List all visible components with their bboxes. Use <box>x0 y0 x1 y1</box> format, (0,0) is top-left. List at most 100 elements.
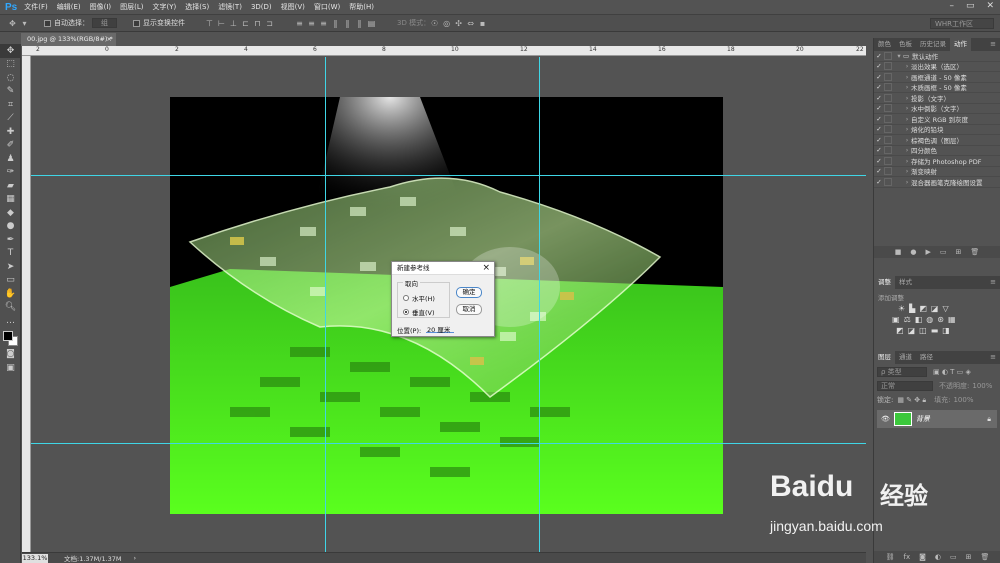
history-brush-tool-icon[interactable]: ✑ <box>0 166 21 180</box>
move-tool-icon[interactable]: ✥ <box>0 44 21 58</box>
healing-brush-tool-icon[interactable]: ✚ <box>0 125 21 139</box>
distribute-top-icon[interactable]: ≡ <box>295 19 304 28</box>
hue-icon[interactable]: ▣ <box>892 315 900 324</box>
menu-view[interactable]: 视图(V) <box>281 2 305 12</box>
tab-adjustments[interactable]: 调整 <box>874 276 895 289</box>
eye-icon[interactable]: 👁︎ <box>881 415 890 423</box>
action-item[interactable]: ✓ ▾ ▭ 默认动作 <box>874 51 1000 62</box>
ruler-vertical[interactable] <box>22 56 31 552</box>
align-top-icon[interactable]: ⊤ <box>205 19 214 28</box>
minimize-icon[interactable]: – <box>949 1 954 11</box>
tab-paths[interactable]: 路径 <box>916 351 937 364</box>
guide-horizontal[interactable] <box>31 443 866 444</box>
eyedropper-tool-icon[interactable]: ⟋ <box>0 112 21 126</box>
3d-slide-icon[interactable]: ⇔ <box>466 19 475 28</box>
horizontal-radio[interactable]: 水平(H) <box>403 293 435 303</box>
menu-window[interactable]: 窗口(W) <box>314 2 340 12</box>
layer-name[interactable]: 背景 <box>916 414 987 424</box>
menu-image[interactable]: 图像(I) <box>90 2 112 12</box>
document-tab[interactable]: 00.jpg @ 133%(RGB/8#) * × <box>21 33 116 46</box>
3d-scale-icon[interactable]: ▪ <box>478 19 487 28</box>
auto-align-icon[interactable]: ▤ <box>367 19 376 28</box>
radio-button-selected[interactable] <box>403 309 409 315</box>
eraser-tool-icon[interactable]: ▰ <box>0 179 21 193</box>
adjustment-layer-icon[interactable]: ◐ <box>935 553 941 561</box>
action-item[interactable]: ✓ › 画框通道 - 50 像素 <box>874 72 1000 83</box>
action-item[interactable]: ✓ › 渐变映射 <box>874 167 1000 177</box>
auto-select-dropdown[interactable]: 组 <box>92 18 117 28</box>
action-item[interactable]: ✓ › 熔化的铅块 <box>874 125 1000 135</box>
maximize-icon[interactable]: ▭ <box>966 1 975 11</box>
posterize-icon[interactable]: ◪ <box>908 326 916 335</box>
fill-value[interactable]: 100% <box>953 396 973 404</box>
color-lookup-icon[interactable]: ▦ <box>948 315 956 324</box>
guide-vertical[interactable] <box>539 57 540 552</box>
action-item[interactable]: ✓ › 自定义 RGB 到灰度 <box>874 114 1000 125</box>
layer-filter-dropdown[interactable]: ρ 类型 <box>877 367 927 377</box>
filter-icons[interactable]: ▣ ◐ T ▭ ◈ <box>933 368 971 376</box>
vertical-radio[interactable]: 垂直(V) <box>403 307 435 317</box>
tab-actions[interactable]: 动作 <box>950 38 971 51</box>
opacity-value[interactable]: 100% <box>972 382 992 390</box>
action-item[interactable]: ✓ › 棕褐色调（图层） <box>874 135 1000 146</box>
ok-button[interactable]: 确定 <box>456 287 482 298</box>
chevron-down-icon[interactable]: ▾ <box>20 19 29 28</box>
align-vcenter-icon[interactable]: ⊢ <box>217 19 226 28</box>
tab-color[interactable]: 颜色 <box>874 38 895 51</box>
crop-tool-icon[interactable]: ⌗ <box>0 98 21 112</box>
action-item[interactable]: ✓ › 水中倒影（文字） <box>874 104 1000 114</box>
radio-button[interactable] <box>403 295 409 301</box>
action-item[interactable]: ✓ › 存储为 Photoshop PDF <box>874 156 1000 167</box>
shape-tool-icon[interactable]: ▭ <box>0 274 21 288</box>
panel-menu-icon[interactable]: ≡ <box>990 351 996 364</box>
gradient-tool-icon[interactable]: ▦ <box>0 193 21 207</box>
menu-filter[interactable]: 滤镜(T) <box>218 2 242 12</box>
action-item[interactable]: ✓ › 投影（文字） <box>874 93 1000 104</box>
photo-filter-icon[interactable]: ◍ <box>926 315 933 324</box>
menu-edit[interactable]: 编辑(E) <box>57 2 81 12</box>
bw-icon[interactable]: ◧ <box>915 315 923 324</box>
align-left-icon[interactable]: ⊏ <box>241 19 250 28</box>
guide-horizontal[interactable] <box>31 175 866 176</box>
3d-pan-icon[interactable]: ✣ <box>454 19 463 28</box>
align-hcenter-icon[interactable]: ⊓ <box>253 19 262 28</box>
delete-icon[interactable]: 🗑︎ <box>970 248 979 256</box>
screen-mode-icon[interactable]: ▣ <box>0 361 21 375</box>
menu-3d[interactable]: 3D(D) <box>251 3 272 11</box>
menu-file[interactable]: 文件(F) <box>24 2 48 12</box>
pen-tool-icon[interactable]: ✒ <box>0 233 21 247</box>
record-icon[interactable]: ● <box>910 248 916 256</box>
menu-layer[interactable]: 图层(L) <box>120 2 143 12</box>
vibrance-icon[interactable]: ▽ <box>942 304 948 313</box>
marquee-tool-icon[interactable]: ⬚ <box>0 58 21 72</box>
blur-tool-icon[interactable]: ◆ <box>0 206 21 220</box>
quick-select-tool-icon[interactable]: ✎ <box>0 85 21 99</box>
position-input[interactable]: 20 厘米 <box>426 324 454 334</box>
exposure-icon[interactable]: ◪ <box>931 304 939 313</box>
workspace-dropdown[interactable]: WHR工作区 <box>930 18 994 29</box>
mask-icon[interactable]: ◙ <box>919 553 926 561</box>
3d-rotate-icon[interactable]: ☉ <box>430 19 439 28</box>
color-swatches[interactable] <box>0 328 21 348</box>
close-tab-icon[interactable]: × <box>107 33 112 46</box>
3d-roll-icon[interactable]: ◎ <box>442 19 451 28</box>
delete-icon[interactable]: 🗑︎ <box>981 553 990 561</box>
distribute-left-icon[interactable]: ‖ <box>331 19 340 28</box>
new-action-icon[interactable]: ⊞ <box>955 248 961 256</box>
gradient-map-icon[interactable]: ▬ <box>931 326 939 335</box>
curves-icon[interactable]: ◩ <box>919 304 927 313</box>
menu-type[interactable]: 文字(Y) <box>153 2 177 12</box>
brightness-icon[interactable]: ☀ <box>898 304 905 313</box>
tab-styles[interactable]: 样式 <box>895 276 916 289</box>
close-icon[interactable]: × <box>482 262 490 275</box>
doc-info[interactable]: 文档:1.37M/1.37M <box>64 553 122 563</box>
group-icon[interactable]: ▭ <box>950 553 957 561</box>
distribute-bottom-icon[interactable]: ≡ <box>319 19 328 28</box>
new-set-icon[interactable]: ▭ <box>940 248 947 256</box>
selective-color-icon[interactable]: ◨ <box>942 326 950 335</box>
dialog-title-bar[interactable]: 新建参考线 × <box>392 262 494 275</box>
distribute-hcenter-icon[interactable]: ‖ <box>343 19 352 28</box>
tab-swatches[interactable]: 色板 <box>895 38 916 51</box>
guide-vertical[interactable] <box>325 57 326 552</box>
stop-icon[interactable]: ■ <box>895 248 902 256</box>
